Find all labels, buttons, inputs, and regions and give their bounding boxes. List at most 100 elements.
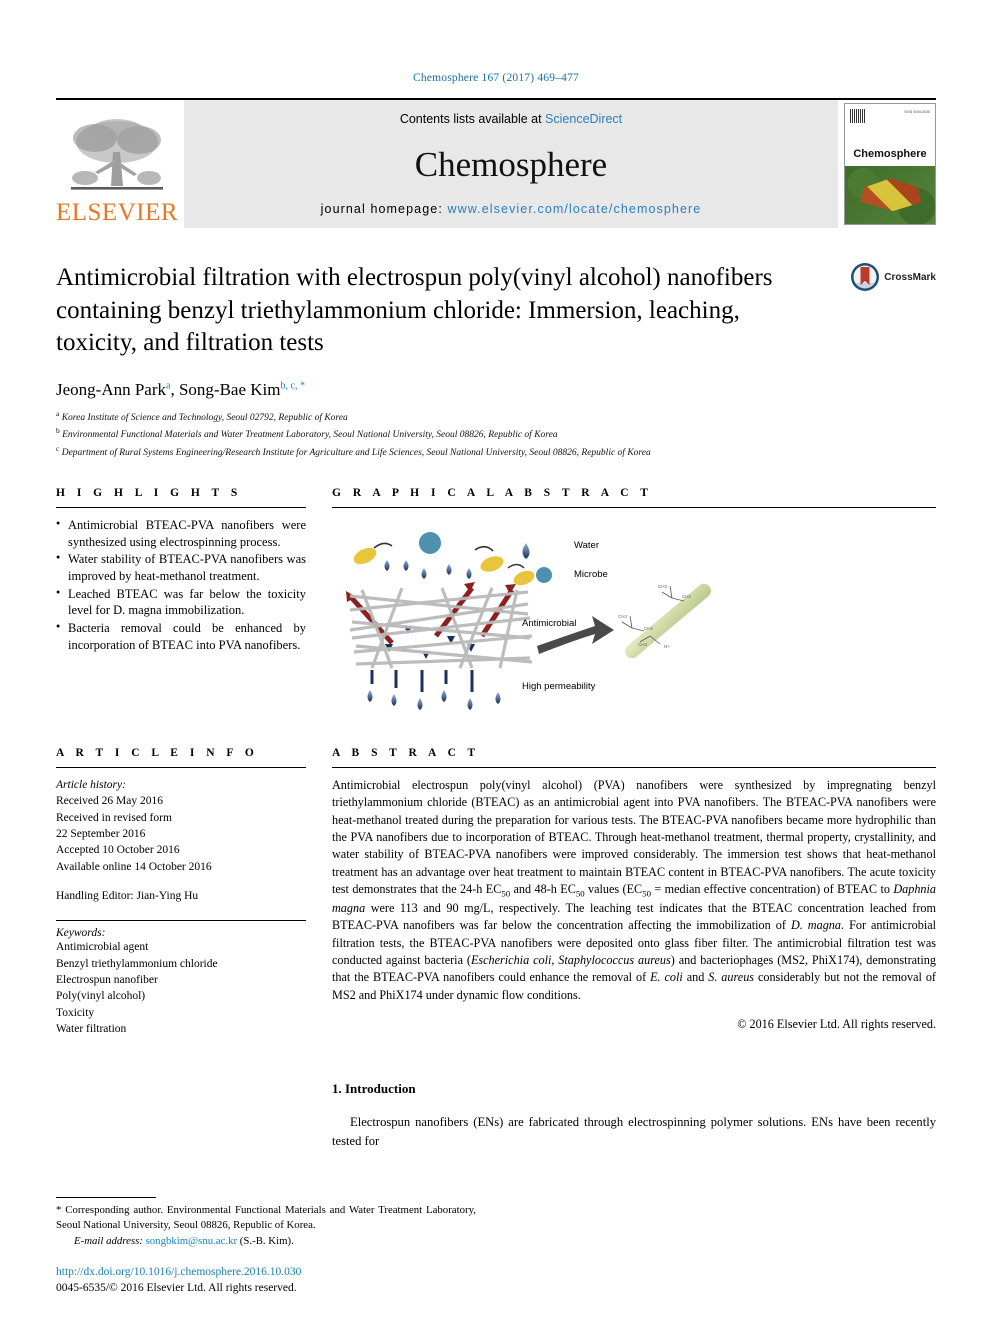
journal-homepage-line: journal homepage: www.elsevier.com/locat… [321, 202, 702, 216]
homepage-link[interactable]: www.elsevier.com/locate/chemosphere [447, 202, 701, 216]
author-list: Jeong-Ann Parka, Song-Bae Kimb, c, * [56, 379, 305, 399]
list-item: Antimicrobial BTEAC-PVA nanofibers were … [56, 517, 306, 550]
elsevier-wordmark: ELSEVIER [55, 199, 179, 226]
highlight-text-1: Antimicrobial BTEAC-PVA nanofibers were … [68, 518, 306, 549]
abstract-species-dmagna: D. magna [790, 918, 841, 933]
keyword-1: Antimicrobial agent [56, 941, 149, 954]
lower-left-spacer [56, 1081, 306, 1150]
highlight-text-3: Leached BTEAC was far below the toxicity… [68, 586, 306, 618]
abstract-divider [332, 767, 936, 769]
abstract-ec50-sub-2: 50 [575, 888, 585, 899]
history-line-3: 22 September 2016 [56, 828, 146, 841]
email-address-label: E-mail address: [74, 1234, 143, 1247]
article-history: Article history: Received 26 May 2016 Re… [56, 777, 306, 904]
author-affil-mark-1: a [166, 379, 171, 391]
abstract-text: Antimicrobial electrospun poly(vinyl alc… [332, 777, 936, 1004]
cover-top: ISSN 0045-6535 Chemosphere [845, 104, 935, 167]
graphical-abstract-divider [332, 507, 936, 509]
legend-label-antimicrobial: Antimicrobial [522, 618, 577, 630]
keyword-3: Electrospun nanofiber [56, 974, 158, 987]
sciencedirect-link[interactable]: ScienceDirect [545, 112, 622, 126]
page-title: Antimicrobial filtration with electrospu… [56, 264, 773, 356]
history-line-4: Accepted 10 October 2016 [56, 844, 180, 857]
contents-prefix: Contents lists available at [399, 112, 546, 126]
highlights-column: H I G H L I G H T S Antimicrobial BTEAC-… [56, 487, 306, 713]
nanofiber-filtration-diagram: CH3 CH2 CH3 CH2 CH3 N+ [346, 532, 712, 711]
highlights-list: Antimicrobial BTEAC-PVA nanofibers were … [56, 517, 306, 653]
author-name-1: Jeong-Ann Park [56, 379, 167, 399]
article-info-column: A R T I C L E I N F O Article history: R… [56, 747, 306, 1037]
affiliation-text-c: Department of Rural Systems Engineering/… [61, 448, 651, 459]
cover-issn-text: ISSN 0045-6535 [904, 110, 930, 114]
lower-row: 1. Introduction Electrospun nanofibers (… [56, 1081, 936, 1150]
homepage-prefix: journal homepage: [320, 202, 448, 216]
microbe-glyph-group [353, 532, 504, 572]
footnote-divider [56, 1196, 156, 1198]
svg-text:CH3: CH3 [638, 642, 647, 647]
outflow-arrows [370, 670, 474, 693]
keywords-label: Keywords: [56, 927, 106, 940]
doi-block: http://dx.doi.org/10.1016/j.chemosphere.… [56, 1264, 301, 1297]
abstract-column: A B S T R A C T Antimicrobial electrospu… [332, 747, 936, 1037]
abstract-seg-2: and 48-h EC [510, 882, 576, 897]
highlights-graphical-row: H I G H L I G H T S Antimicrobial BTEAC-… [56, 487, 936, 714]
legend-label-microbe: Microbe [574, 569, 608, 581]
cover-journal-name: Chemosphere [853, 148, 927, 161]
affiliation-text-a: Korea Institute of Science and Technolog… [61, 412, 348, 423]
crossmark-label: CrossMark [884, 271, 936, 283]
legend-label-permeability: High permeability [522, 681, 596, 693]
banner-center: Contents lists available at ScienceDirec… [184, 100, 838, 228]
abstract-copyright: © 2016 Elsevier Ltd. All rights reserved… [737, 1016, 936, 1031]
svg-text:CH3: CH3 [618, 614, 627, 619]
journal-title: Chemosphere [414, 144, 608, 184]
water-droplets-bottom [367, 690, 501, 711]
cover-artwork [845, 166, 935, 224]
svg-text:CH3: CH3 [658, 584, 667, 589]
footnote-email-line: E-mail address: songbkim@snu.ac.kr (S.-B… [56, 1234, 476, 1249]
abstract-species-ecoli: E. coli [650, 970, 683, 985]
abstract-heading: A B S T R A C T [332, 747, 480, 760]
article-info-divider [56, 767, 306, 769]
barcode-icon [850, 109, 866, 123]
water-legend-icon [522, 543, 530, 560]
history-line-1: Received 26 May 2016 [56, 795, 163, 808]
abstract-seg-8: and [682, 970, 709, 985]
journal-cover-thumbnail: ISSN 0045-6535 Chemosphere [844, 103, 936, 225]
issn-copyright-line: 0045-6535/© 2016 Elsevier Ltd. All right… [56, 1282, 297, 1295]
info-abstract-row: A R T I C L E I N F O Article history: R… [56, 747, 936, 1037]
list-item: Water stability of BTEAC-PVA nanofibers … [56, 551, 306, 584]
affiliation-mark-b: b [56, 426, 60, 436]
highlight-text-2: Water stability of BTEAC-PVA nanofibers … [68, 552, 306, 583]
graphical-abstract-figure: CH3 CH2 CH3 CH2 CH3 N+ Water Microbe Ant… [332, 518, 936, 714]
history-line-2: Received in revised form [56, 811, 172, 824]
title-block: Antimicrobial filtration with electrospu… [56, 262, 936, 360]
abstract-ec50-sub-3: 50 [642, 888, 651, 899]
footnote-body: Corresponding author. Environmental Func… [56, 1203, 476, 1231]
elsevier-logo: ELSEVIER [56, 100, 178, 228]
running-head: Chemosphere 167 (2017) 469–477 [412, 72, 580, 84]
water-droplets-top [384, 560, 472, 580]
introduction-paragraph: Electrospun nanofibers (ENs) are fabrica… [332, 1115, 936, 1148]
abstract-species-bacteria: Escherichia coli, Staphylococcus aureus [470, 952, 671, 967]
article-info-heading: A R T I C L E I N F O [56, 747, 259, 760]
affiliation-c: c Department of Rural Systems Engineerin… [56, 443, 936, 461]
email-link[interactable]: songbkim@snu.ac.kr [146, 1235, 238, 1247]
affiliation-mark-c: c [56, 444, 60, 454]
author-affil-mark-2: b, c, * [280, 379, 305, 391]
list-item: Leached BTEAC was far below the toxicity… [56, 586, 306, 619]
crossmark-badge[interactable]: CrossMark [850, 262, 936, 292]
affiliation-list: a Korea Institute of Science and Technol… [56, 408, 936, 462]
graphical-abstract-column: G R A P H I C A L A B S T R A C T CH3 CH… [332, 487, 936, 714]
affiliation-text-b: Environmental Functional Materials and W… [62, 430, 558, 441]
article-first-page: Chemosphere 167 (2017) 469–477 ELSEVIER [0, 0, 992, 1323]
doi-link[interactable]: http://dx.doi.org/10.1016/j.chemosphere.… [56, 1264, 301, 1281]
highlight-text-4: Bacteria removal could be enhanced by in… [68, 620, 306, 652]
contents-available-line: Contents lists available at ScienceDirec… [400, 112, 622, 126]
keyword-5: Toxicity [56, 1006, 95, 1019]
email-owner: (S.-B. Kim). [237, 1234, 294, 1247]
crossmark-icon [851, 263, 880, 291]
abstract-seg-1: Antimicrobial electrospun poly(vinyl alc… [332, 778, 936, 897]
introduction-column: 1. Introduction Electrospun nanofibers (… [332, 1081, 936, 1150]
journal-banner: ELSEVIER Contents lists available at Sci… [56, 98, 936, 228]
keyword-6: Water filtration [56, 1023, 127, 1036]
